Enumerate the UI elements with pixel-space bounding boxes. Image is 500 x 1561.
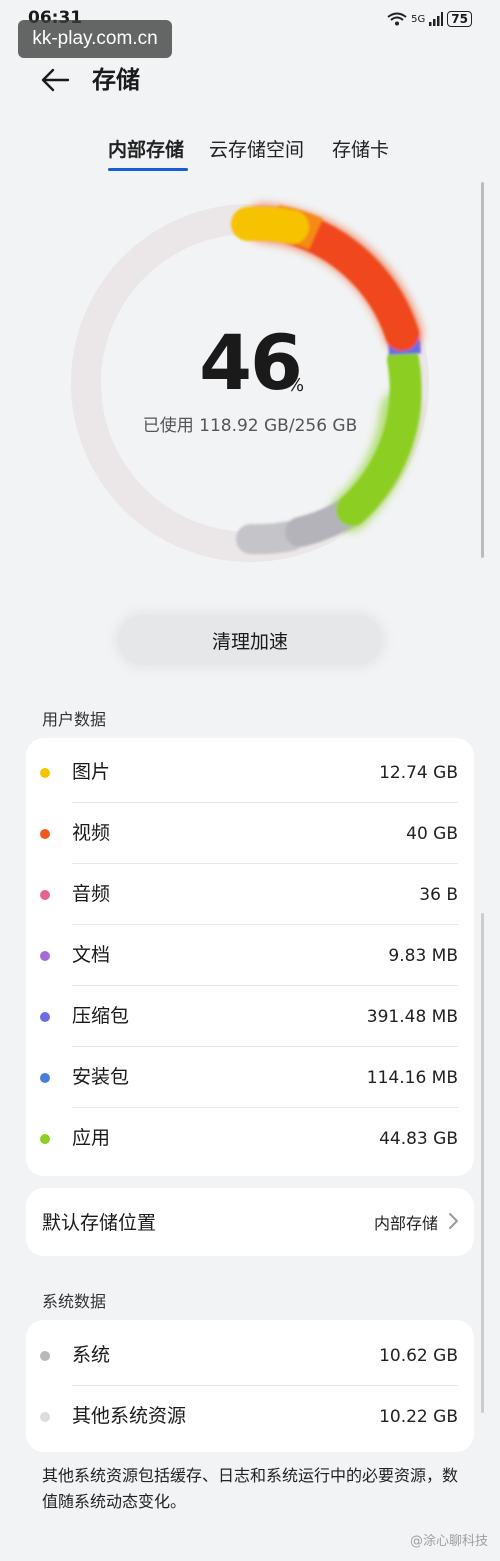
- item-size: 12.74 GB: [379, 763, 458, 783]
- back-arrow-icon: [41, 68, 70, 92]
- list-item-apps[interactable]: 应用 44.83 GB: [26, 1108, 474, 1169]
- pictures-color-dot: [40, 768, 50, 778]
- tab-active-indicator: [108, 168, 188, 171]
- item-size: 44.83 GB: [379, 1129, 458, 1149]
- item-size: 40 GB: [406, 824, 458, 844]
- item-name: 安装包: [72, 1066, 130, 1088]
- item-name: 其他系统资源: [72, 1405, 187, 1427]
- item-name: 系统: [72, 1344, 111, 1366]
- item-name: 应用: [72, 1127, 111, 1149]
- user-data-card: 图片 12.74 GB 视频 40 GB 音频 36 B 文档 9.83 MB …: [26, 738, 474, 1176]
- page-title: 存储: [92, 66, 140, 94]
- item-size: 36 B: [419, 885, 458, 905]
- status-icons: 5G 75: [387, 11, 472, 27]
- list-item-archives[interactable]: 压缩包 391.48 MB: [26, 986, 474, 1047]
- tab-internal-storage[interactable]: 内部存储: [108, 135, 184, 165]
- list-item-other-system-resources[interactable]: 其他系统资源 10.22 GB: [26, 1386, 474, 1447]
- system-color-dot: [40, 1351, 50, 1361]
- list-item-documents[interactable]: 文档 9.83 MB: [26, 925, 474, 986]
- audio-color-dot: [40, 890, 50, 900]
- system-data-card: 系统 10.62 GB 其他系统资源 10.22 GB: [26, 1320, 474, 1452]
- list-item-system[interactable]: 系统 10.62 GB: [26, 1325, 474, 1386]
- corner-watermark: @涂心聊科技: [409, 1534, 488, 1549]
- system-data-heading: 系统数据: [42, 1292, 107, 1311]
- clean-speedup-button[interactable]: 清理加速: [118, 615, 382, 665]
- ring-segment-pictures: [231, 206, 309, 244]
- list-item-pictures[interactable]: 图片 12.74 GB: [26, 742, 474, 803]
- default-storage-value: 内部存储: [373, 1214, 438, 1233]
- item-size: 114.16 MB: [366, 1068, 458, 1088]
- item-name: 文档: [72, 944, 111, 966]
- archives-color-dot: [40, 1012, 50, 1022]
- install-packages-color-dot: [40, 1073, 50, 1083]
- wifi-icon: [387, 12, 407, 26]
- usage-summary: 已使用 118.92 GB/256 GB: [142, 416, 358, 436]
- scrollbar-thumb-lower[interactable]: [481, 913, 484, 1413]
- list-item-video[interactable]: 视频 40 GB: [26, 803, 474, 864]
- user-data-heading: 用户数据: [42, 710, 107, 729]
- back-button[interactable]: [38, 62, 74, 98]
- default-storage-label: 默认存储位置: [42, 1212, 157, 1234]
- item-name: 视频: [72, 822, 111, 844]
- item-size: 391.48 MB: [366, 1007, 458, 1027]
- chevron-right-icon: [449, 1213, 458, 1229]
- list-item-install-packages[interactable]: 安装包 114.16 MB: [26, 1047, 474, 1108]
- item-name: 音频: [72, 883, 111, 905]
- item-name: 图片: [72, 761, 111, 783]
- usage-percent-sign: %: [287, 375, 305, 396]
- item-size: 10.22 GB: [379, 1407, 458, 1427]
- battery-icon: 75: [447, 11, 472, 27]
- default-storage-location-row[interactable]: 默认存储位置 内部存储: [26, 1188, 474, 1256]
- video-color-dot: [40, 829, 50, 839]
- ring-segment-other-system: [236, 521, 305, 555]
- item-size: 9.83 MB: [388, 946, 458, 966]
- item-size: 10.62 GB: [379, 1346, 458, 1366]
- other-system-color-dot: [40, 1412, 50, 1422]
- item-name: 压缩包: [72, 1005, 130, 1027]
- list-item-audio[interactable]: 音频 36 B: [26, 864, 474, 925]
- system-resources-note: 其他系统资源包括缓存、日志和系统运行中的必要资源，数值随系统动态变化。: [42, 1466, 459, 1511]
- signal-icon: [429, 12, 444, 26]
- tab-cloud-storage[interactable]: 云存储空间: [209, 135, 304, 165]
- usage-percent: 46: [199, 318, 303, 407]
- documents-color-dot: [40, 951, 50, 961]
- apps-color-dot: [40, 1134, 50, 1144]
- tab-storage-card[interactable]: 存储卡: [332, 135, 389, 165]
- network-type: 5G: [411, 13, 426, 25]
- watermark-badge: kk-play.com.cn: [18, 20, 172, 58]
